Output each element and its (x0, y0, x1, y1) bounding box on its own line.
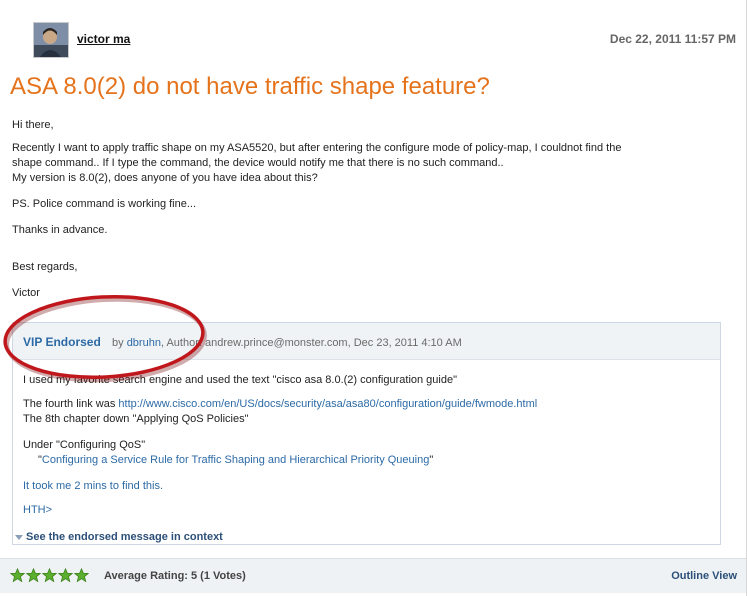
star-icon[interactable] (58, 568, 73, 583)
forum-post: victor ma Dec 22, 2011 11:57 PM ASA 8.0(… (0, 0, 747, 596)
outline-view-link[interactable]: Outline View (671, 570, 737, 582)
service-rule-link[interactable]: Configuring a Service Rule for Traffic S… (42, 454, 429, 466)
post-paragraph-line: My version is 8.0(2), does anyone of you… (12, 172, 318, 184)
avatar[interactable] (33, 22, 69, 58)
post-date: Dec 22, 2011 11:57 PM (609, 32, 736, 46)
quote-mark: " (429, 454, 434, 466)
endorser-link[interactable]: dbruhn (127, 337, 161, 349)
average-rating: Average Rating: 5 (1 Votes) (104, 570, 246, 582)
post-greeting: Hi there, (12, 119, 54, 131)
endorsed-meta-rest: , Author: andrew.prince@monster.com, Dec… (160, 337, 462, 349)
avatar-image-icon (34, 23, 68, 57)
endorsed-header: VIP Endorsed by dbruhn, Author: andrew.p… (13, 323, 720, 360)
reply-line-prefix: The fourth link was (23, 398, 116, 410)
post-title: ASA 8.0(2) do not have traffic shape fea… (10, 73, 490, 100)
endorsed-by-prefix: by (112, 337, 124, 349)
post-footer: Average Rating: 5 (1 Votes) Outline View (0, 558, 746, 593)
star-icon[interactable] (26, 568, 41, 583)
post-paragraph-line: Recently I want to apply traffic shape o… (12, 142, 622, 154)
reply-line: The fourth link was http://www.cisco.com… (23, 397, 537, 411)
cisco-docs-link[interactable]: http://www.cisco.com/en/US/docs/security… (118, 398, 537, 410)
post-ps: PS. Police command is working fine... (12, 198, 197, 210)
endorsed-reply: VIP Endorsed by dbruhn, Author: andrew.p… (12, 322, 721, 545)
star-icon[interactable] (10, 568, 25, 583)
reply-line: It took me 2 mins to find this. (23, 480, 164, 492)
reply-line: The 8th chapter down "Applying QoS Polic… (23, 413, 249, 425)
star-icon[interactable] (42, 568, 57, 583)
see-in-context-link[interactable]: See the endorsed message in context (15, 531, 223, 543)
reply-line: HTH> (23, 504, 53, 516)
post-thanks: Thanks in advance. (12, 224, 108, 236)
reply-line: "Configuring a Service Rule for Traffic … (38, 453, 433, 467)
see-in-context-label: See the endorsed message in context (26, 531, 223, 543)
reply-line: Under "Configuring QoS" (23, 439, 146, 451)
reply-line: I used my favorite search engine and use… (23, 374, 458, 386)
chevron-down-icon (15, 534, 23, 540)
author-link[interactable]: victor ma (77, 32, 130, 46)
star-icon[interactable] (74, 568, 89, 583)
post-signature: Victor (12, 287, 40, 299)
endorsed-meta: by dbruhn, Author: andrew.prince@monster… (112, 337, 462, 349)
rating-stars[interactable] (10, 568, 89, 583)
post-regards: Best regards, (12, 261, 78, 273)
post-paragraph-line: shape command.. If I type the command, t… (12, 157, 504, 169)
vip-endorsed-badge: VIP Endorsed (23, 335, 101, 349)
